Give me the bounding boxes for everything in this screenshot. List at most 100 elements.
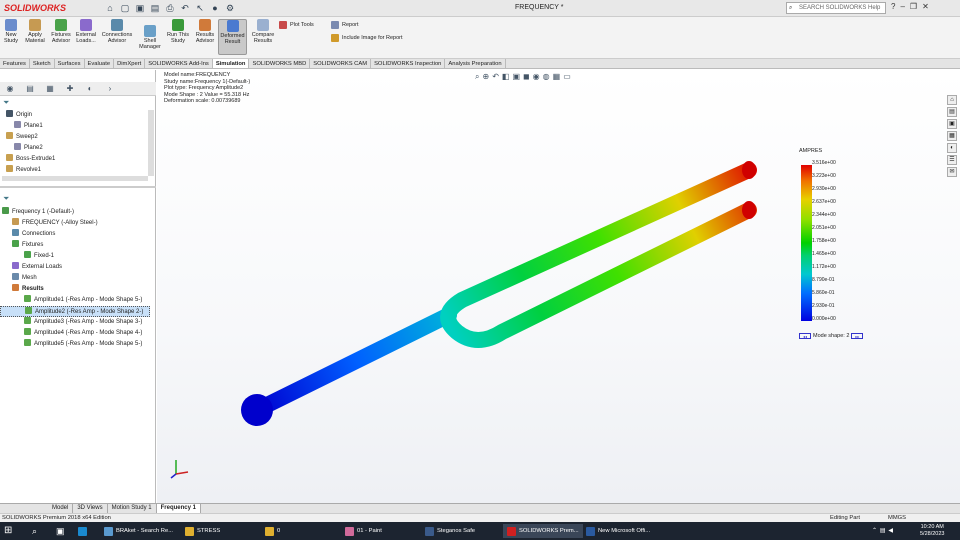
filter-icon[interactable]: ⏷	[3, 194, 9, 204]
tab-features[interactable]: Features	[0, 59, 30, 68]
tree-item-fixtures[interactable]: Fixtures	[0, 240, 150, 251]
external-loads-button[interactable]: External Loads...	[75, 19, 97, 44]
tree-item-external-loads[interactable]: External Loads	[0, 262, 150, 273]
include-image-button[interactable]: Include Image for Report	[331, 34, 403, 42]
task-view-button[interactable]: ▣	[56, 524, 65, 538]
tab-simulation[interactable]: Simulation	[212, 59, 250, 68]
forum-icon[interactable]: ✉	[947, 167, 957, 177]
tab-frequency-1[interactable]: Frequency 1	[156, 504, 201, 513]
next-mode-icon[interactable]: ▸▸	[851, 333, 864, 339]
graphics-area[interactable]	[157, 70, 960, 503]
study-node[interactable]: Frequency 1 (-Default-)	[0, 207, 150, 218]
report-button[interactable]: Report	[331, 21, 359, 29]
save-icon[interactable]: ▤	[149, 2, 161, 14]
tree-item-plane2[interactable]: Plane2	[0, 143, 150, 154]
search-button[interactable]: ⌕	[32, 524, 37, 538]
panel-splitter[interactable]	[0, 186, 156, 188]
result-item[interactable]: Amplitude4 (-Res Amp - Mode Shape 4-)	[0, 328, 150, 339]
tab-3d-views[interactable]: 3D Views	[73, 504, 108, 513]
tree-item-connections[interactable]: Connections	[0, 229, 150, 240]
tree-item-sweep2[interactable]: Sweep2	[0, 132, 150, 143]
help-search-input[interactable]: ⌕ SEARCH SOLIDWORKS Help	[786, 2, 886, 14]
configuration-manager-tab-icon[interactable]: ▦	[41, 83, 59, 95]
tree-item-revolve1[interactable]: Revolve1	[0, 165, 150, 176]
tab-cam[interactable]: SOLIDWORKS CAM	[310, 59, 372, 68]
tab-motion-study[interactable]: Motion Study 1	[108, 504, 157, 513]
results-advisor-button[interactable]: Results Advisor	[194, 19, 216, 44]
tab-analysis-preparation[interactable]: Analysis Preparation	[445, 59, 506, 68]
tab-inspection[interactable]: SOLIDWORKS Inspection	[371, 59, 446, 68]
tree-item-results[interactable]: Results	[0, 284, 150, 295]
tab-addins[interactable]: SOLIDWORKS Add-Ins	[145, 59, 213, 68]
result-item[interactable]: Amplitude1 (-Res Amp - Mode Shape 5-)	[0, 295, 150, 306]
scene-icon[interactable]: ▦	[553, 72, 561, 82]
dimxpert-manager-tab-icon[interactable]: ✚	[61, 83, 79, 95]
minimize-icon[interactable]: –	[900, 2, 904, 11]
rebuild-icon[interactable]: ●	[209, 2, 221, 14]
open-icon[interactable]: ▣	[134, 2, 146, 14]
zoom-fit-icon[interactable]: ⌕	[475, 72, 479, 82]
connections-advisor-button[interactable]: Connections Advisor	[101, 19, 133, 44]
fixtures-advisor-button[interactable]: Fixtures Advisor	[50, 19, 72, 44]
previous-mode-icon[interactable]: ◂◂	[799, 333, 811, 339]
feature-manager-tab-icon[interactable]: ◉	[1, 83, 19, 95]
units-selector[interactable]: MMGS	[888, 514, 906, 522]
undo-icon[interactable]: ↶	[179, 2, 191, 14]
taskbar-item-paint[interactable]: 01 - Paint	[345, 524, 382, 538]
mode-shape-selector[interactable]: ◂◂ Mode shape: 2 ▸▸	[799, 333, 864, 339]
shell-manager-button[interactable]: Shell Manager	[138, 25, 162, 50]
tab-surfaces[interactable]: Surfaces	[55, 59, 85, 68]
tab-dimxpert[interactable]: DimXpert	[114, 59, 146, 68]
zoom-area-icon[interactable]: ⊕	[482, 72, 489, 82]
run-study-button[interactable]: Run This Study	[166, 19, 190, 44]
resources-icon[interactable]: ⌂	[947, 95, 957, 105]
section-view-icon[interactable]: ◧	[502, 72, 510, 82]
display-manager-tab-icon[interactable]: ◐	[81, 83, 99, 95]
system-tray[interactable]: ⌃ ▤ ◀	[872, 524, 893, 538]
property-manager-tab-icon[interactable]: ▤	[21, 83, 39, 95]
taskbar-item-steganos[interactable]: Steganos Safe	[425, 524, 475, 538]
user-icon[interactable]: ?	[891, 2, 895, 11]
apply-material-button[interactable]: Apply Material	[24, 19, 46, 44]
design-library-icon[interactable]: ▤	[947, 107, 957, 117]
filter-icon[interactable]: ⏷	[3, 98, 9, 108]
tab-mbd[interactable]: SOLIDWORKS MBD	[249, 59, 311, 68]
plot-tools-button[interactable]: Plot Tools	[279, 21, 314, 29]
expand-arrow-icon[interactable]: ›	[101, 83, 119, 95]
tree-vertical-scrollbar[interactable]	[148, 110, 154, 176]
edge-button[interactable]	[78, 524, 87, 538]
result-item[interactable]: Amplitude3 (-Res Amp - Mode Shape 3-)	[0, 317, 150, 328]
custom-properties-icon[interactable]: ☰	[947, 155, 957, 165]
tab-evaluate[interactable]: Evaluate	[85, 59, 115, 68]
tab-sketch[interactable]: Sketch	[30, 59, 55, 68]
result-item-selected[interactable]: Amplitude2 (-Res Amp - Mode Shape 2-)	[0, 306, 150, 317]
tree-item-material[interactable]: FREQUENCY (-Alloy Steel-)	[0, 218, 150, 229]
file-explorer-icon[interactable]: ▣	[947, 119, 957, 129]
tree-item-fixed-1[interactable]: Fixed-1	[0, 251, 150, 262]
tree-horizontal-scrollbar[interactable]	[2, 176, 148, 181]
tree-item-plane1[interactable]: Plane1	[0, 121, 150, 132]
tree-item-origin[interactable]: Origin	[0, 110, 150, 121]
view-orientation-icon[interactable]: ▣	[512, 72, 520, 82]
taskbar-clock[interactable]: 10:20 AM 5/28/2023	[920, 524, 944, 538]
deformed-result-button[interactable]: Deformed Result	[218, 19, 247, 55]
print-icon[interactable]: ⎙	[164, 2, 176, 14]
tree-item-mesh[interactable]: Mesh	[0, 273, 150, 284]
tab-model[interactable]: Model	[48, 504, 74, 513]
taskbar-item-folder-0[interactable]: 0	[265, 524, 280, 538]
appearances-icon[interactable]: ◐	[947, 143, 957, 153]
previous-view-icon[interactable]: ↶	[492, 72, 499, 82]
taskbar-item-braket[interactable]: BRAket - Search Re...	[104, 524, 173, 538]
result-item[interactable]: Amplitude5 (-Res Amp - Mode Shape 5-)	[0, 339, 150, 350]
new-study-button[interactable]: New Study	[3, 19, 19, 44]
options-icon[interactable]: ⚙	[224, 2, 236, 14]
view-settings-icon[interactable]: ▭	[563, 72, 571, 82]
restore-icon[interactable]: ❐	[910, 2, 917, 11]
taskbar-item-solidworks[interactable]: SOLIDWORKS Prem...	[503, 524, 583, 538]
tree-item-boss-extrude1[interactable]: Boss-Extrude1	[0, 154, 150, 165]
compare-results-button[interactable]: Compare Results	[250, 19, 276, 44]
home-icon[interactable]: ⌂	[104, 2, 116, 14]
select-icon[interactable]: ↖	[194, 2, 206, 14]
hide-show-icon[interactable]: ◉	[533, 72, 540, 82]
taskbar-item-office[interactable]: New Microsoft Offi...	[586, 524, 650, 538]
